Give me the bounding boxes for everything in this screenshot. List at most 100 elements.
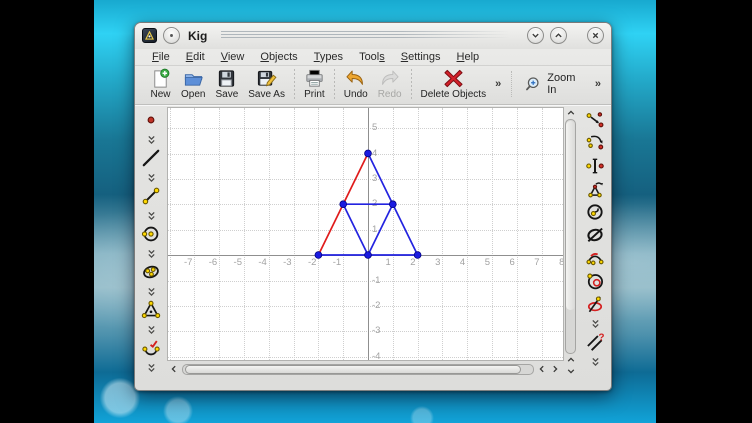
parallel-test-tool[interactable]: ?: [585, 334, 605, 354]
maximize-button[interactable]: [550, 27, 567, 44]
point[interactable]: [365, 252, 372, 259]
toolbar-extension-chevron[interactable]: [585, 319, 605, 331]
toolbar-button-label: Save: [215, 89, 238, 100]
print-button[interactable]: Print: [299, 67, 330, 101]
segment-tool[interactable]: [141, 188, 161, 208]
toolbar-extension-chevron[interactable]: [141, 211, 161, 223]
view-toolbar: Zoom In »: [511, 71, 605, 97]
scroll-down-icon[interactable]: [566, 366, 576, 376]
toolbar-extension-chevron[interactable]: [141, 173, 161, 185]
delete-objects-button[interactable]: Delete Objects: [416, 67, 492, 101]
point-tool[interactable]: [141, 112, 161, 132]
toolbar-extension-chevron[interactable]: [141, 249, 161, 261]
inversion-tool[interactable]: [585, 204, 605, 224]
point[interactable]: [315, 252, 322, 259]
menu-item-objects[interactable]: Objects: [253, 50, 304, 64]
menu-item-edit[interactable]: Edit: [179, 50, 212, 64]
circle-tool[interactable]: [141, 226, 161, 246]
menu-item-view[interactable]: View: [214, 50, 252, 64]
angle-tool[interactable]: [141, 340, 161, 360]
open-folder-icon: [183, 68, 204, 89]
menu-item-types[interactable]: Types: [307, 50, 350, 64]
window-menu-button[interactable]: [163, 27, 180, 44]
point[interactable]: [389, 201, 396, 208]
toolbar-extension-chevron[interactable]: [141, 325, 161, 337]
toolbar-extension-chevron[interactable]: [141, 287, 161, 299]
undo-button[interactable]: Undo: [339, 67, 373, 101]
menu-item-settings[interactable]: Settings: [394, 50, 448, 64]
scroll-up-icon[interactable]: [566, 108, 576, 118]
delete-objects-icon: [443, 68, 464, 89]
scroll-left-icon[interactable]: [537, 364, 547, 374]
conic-tool[interactable]: [141, 264, 161, 284]
main-toolbar: NewOpen Save Save As Print UndoRedo Delete Ob…: [135, 66, 611, 106]
transformations-dock: ?: [579, 107, 611, 377]
redo-button: Redo: [373, 67, 407, 101]
toolbar-extension-chevron[interactable]: [141, 363, 161, 375]
close-button[interactable]: [587, 27, 604, 44]
scale-tool[interactable]: [585, 181, 605, 201]
undo-icon: [345, 68, 366, 89]
polygon-tool[interactable]: [141, 302, 161, 322]
point[interactable]: [340, 201, 347, 208]
arc-icon: [585, 248, 605, 273]
vertical-scroll-track[interactable]: [565, 119, 576, 354]
test-icon: [585, 225, 605, 250]
arc-tool[interactable]: [585, 250, 605, 270]
horizontal-scroll-track[interactable]: [182, 364, 534, 375]
save-icon: [216, 68, 237, 89]
circle-point-icon: [585, 271, 605, 296]
expand-chevron: [147, 360, 156, 378]
menu-item-help[interactable]: Help: [450, 50, 487, 64]
rotate-tool[interactable]: [585, 135, 605, 155]
svg-text:?: ?: [598, 332, 604, 343]
conic-line-icon: [585, 294, 605, 319]
zoom-in-label: Zoom In: [547, 72, 582, 96]
conic-line-tool[interactable]: [585, 296, 605, 316]
point-icon: [141, 110, 161, 135]
titlebar[interactable]: Kig: [135, 23, 611, 49]
open-button[interactable]: Open: [176, 67, 210, 101]
polygon-icon: [141, 300, 161, 325]
segment[interactable]: [343, 204, 368, 255]
point-reflect-icon: [585, 156, 605, 181]
point[interactable]: [365, 150, 372, 157]
save-button[interactable]: Save: [210, 67, 243, 101]
line-tool[interactable]: [141, 150, 161, 170]
toolbar-overflow-chevron[interactable]: »: [591, 78, 605, 90]
horizontal-scrollbar[interactable]: [167, 361, 562, 377]
toolbar-extension-chevron[interactable]: [141, 135, 161, 147]
scroll-right-icon[interactable]: [550, 364, 560, 374]
geometry-canvas[interactable]: -8-7-6-5-4-3-2-11234567854321-1-2-3-4: [167, 107, 564, 361]
point-reflect-tool[interactable]: [585, 158, 605, 178]
toolbar-button-label: Print: [304, 89, 325, 100]
redo-icon: [379, 68, 400, 89]
toolbar-overflow-chevron[interactable]: »: [491, 78, 505, 90]
point[interactable]: [414, 252, 421, 259]
scroll-up-icon[interactable]: [566, 355, 576, 365]
menu-item-tools[interactable]: Tools: [352, 50, 392, 64]
save-as-button[interactable]: Save As: [243, 67, 290, 101]
circle-icon: [141, 224, 161, 249]
toolbar-separator: [411, 69, 412, 99]
circle-point-tool[interactable]: [585, 273, 605, 293]
app-icon[interactable]: [142, 28, 157, 43]
toolbar-extension-chevron[interactable]: [585, 357, 605, 369]
segment[interactable]: [368, 204, 393, 255]
new-button[interactable]: New: [145, 67, 176, 101]
zoom-in-button[interactable]: Zoom In: [520, 71, 587, 97]
main-area: -8-7-6-5-4-3-2-11234567854321-1-2-3-4: [135, 105, 611, 377]
translate-tool[interactable]: [585, 112, 605, 132]
test-tool[interactable]: [585, 227, 605, 247]
minimize-button[interactable]: [527, 27, 544, 44]
vertical-scroll-thumb[interactable]: [566, 121, 575, 310]
new-document-icon: [150, 68, 171, 89]
vertical-scrollbar[interactable]: [562, 107, 579, 377]
desktop: Kig FileEditViewObjectsTypesToolsSetting…: [0, 0, 752, 423]
window-title: Kig: [186, 29, 209, 43]
scroll-left-icon[interactable]: [169, 364, 179, 374]
angle-icon: [141, 338, 161, 363]
horizontal-scroll-thumb[interactable]: [185, 365, 521, 374]
segment-icon: [141, 186, 161, 211]
menu-item-file[interactable]: File: [145, 50, 177, 64]
